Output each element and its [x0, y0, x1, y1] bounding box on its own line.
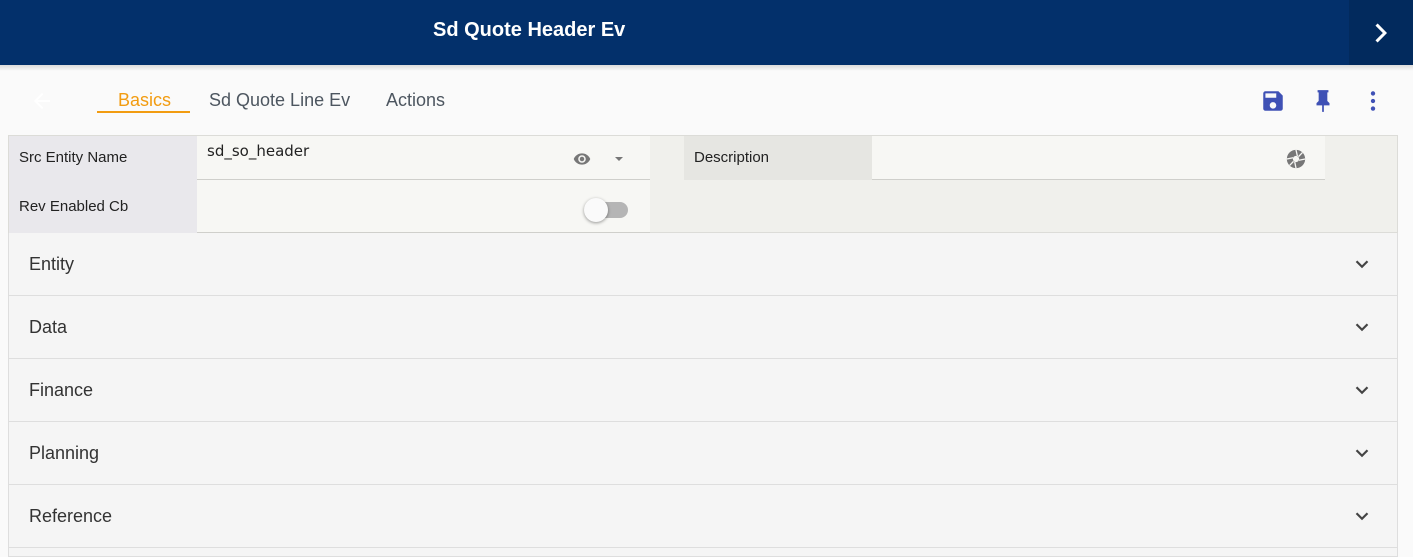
basics-form: Src Entity Name sd_so_header Description… — [8, 135, 1398, 233]
section-label: Entity — [29, 254, 75, 274]
more-vertical-icon — [1370, 91, 1376, 111]
next-button[interactable] — [1349, 0, 1413, 65]
chevron-down-icon — [1355, 512, 1369, 521]
description-field[interactable] — [872, 136, 1325, 180]
save-icon — [1263, 91, 1283, 111]
tab-sd-quote-line-ev[interactable]: Sd Quote Line Ev — [209, 89, 350, 111]
src-entity-name-value: sd_so_header — [207, 142, 310, 160]
back-button[interactable] — [30, 89, 54, 113]
toolbar: Basics Sd Quote Line Ev Actions — [0, 71, 1413, 131]
rev-enabled-cb-label: Rev Enabled Cb — [9, 180, 197, 233]
section-data[interactable]: Data — [8, 296, 1398, 359]
section-label: Finance — [29, 380, 94, 400]
chevron-right-icon — [1375, 22, 1388, 43]
save-button[interactable] — [1259, 87, 1287, 115]
section-entity[interactable]: Entity — [8, 233, 1398, 296]
section-planning[interactable]: Planning — [8, 422, 1398, 485]
tab-basics[interactable]: Basics — [118, 89, 171, 111]
description-label: Description — [684, 136, 872, 180]
src-entity-name-field[interactable]: sd_so_header — [197, 136, 650, 180]
chevron-down-icon — [1355, 323, 1369, 332]
section-label: Planning — [29, 443, 100, 463]
active-tab-indicator — [97, 111, 190, 113]
dropdown-arrow-icon[interactable] — [614, 155, 624, 163]
app-header: Sd Quote Header Ev — [0, 0, 1413, 65]
rev-enabled-cb-field — [197, 180, 650, 233]
arrow-left-icon — [34, 93, 50, 109]
section-next-partial — [8, 548, 1398, 557]
page-title: Sd Quote Header Ev — [433, 19, 626, 41]
tab-actions[interactable]: Actions — [386, 89, 445, 111]
aperture-icon[interactable] — [1285, 148, 1307, 170]
src-entity-name-label: Src Entity Name — [9, 136, 197, 180]
chevron-down-icon — [1355, 260, 1369, 269]
eye-icon[interactable] — [572, 150, 592, 168]
section-finance[interactable]: Finance — [8, 359, 1398, 422]
section-reference[interactable]: Reference — [8, 485, 1398, 548]
chevron-down-icon — [1355, 386, 1369, 395]
section-label: Data — [29, 317, 68, 337]
section-label: Reference — [29, 506, 113, 526]
toggle-thumb[interactable] — [584, 198, 608, 222]
pin-button[interactable] — [1309, 87, 1337, 115]
pin-icon — [1316, 90, 1330, 112]
more-options-button[interactable] — [1359, 87, 1387, 115]
chevron-down-icon — [1355, 449, 1369, 458]
